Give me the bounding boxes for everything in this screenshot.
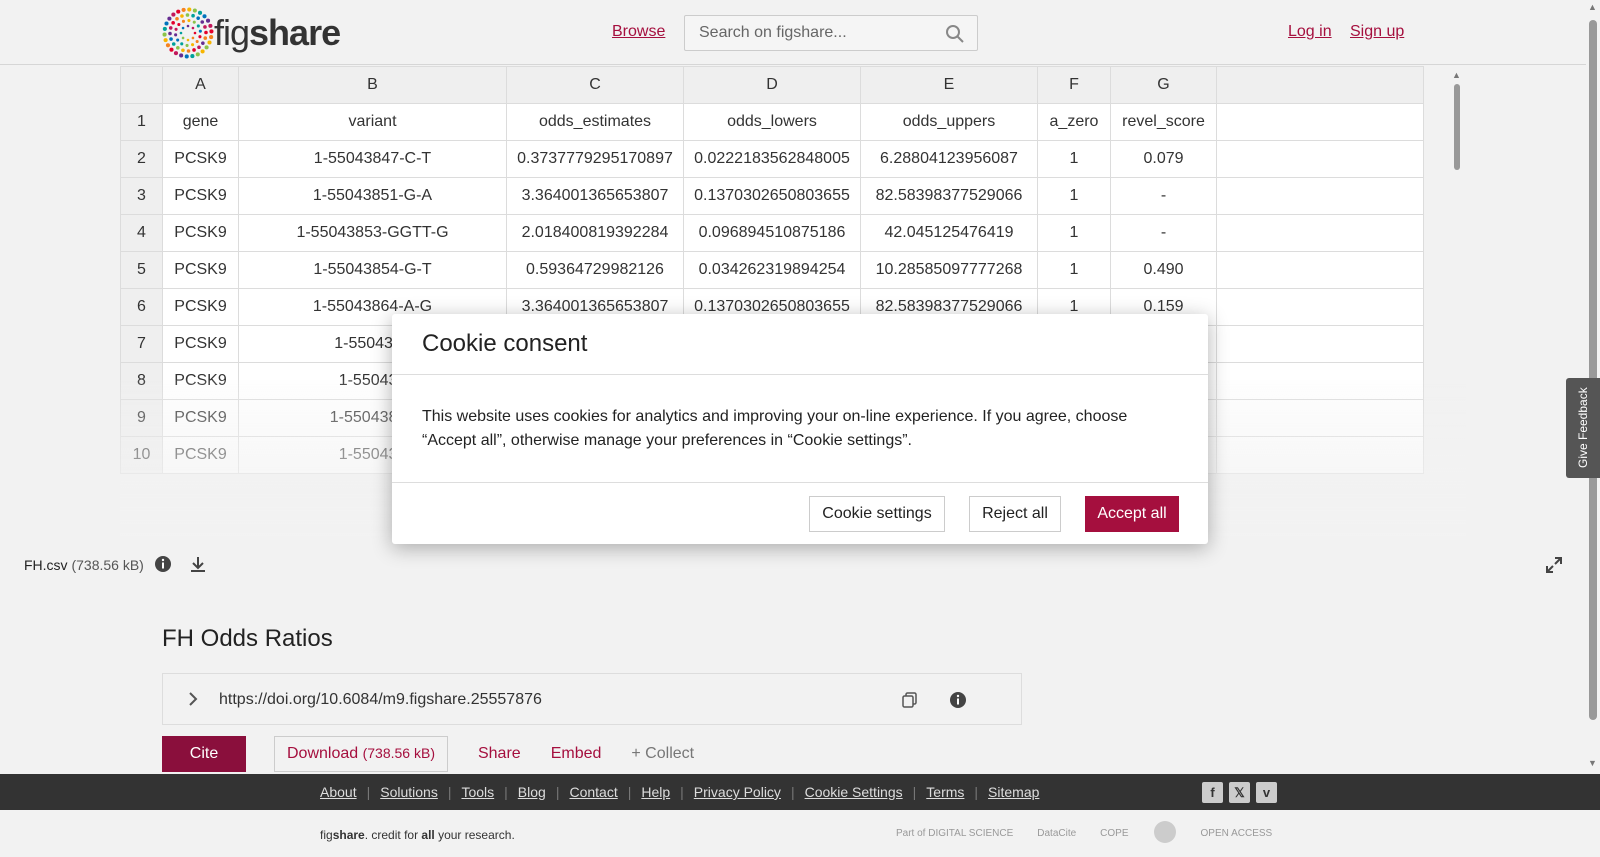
cookie-settings-button[interactable]: Cookie settings [809, 496, 945, 532]
cookie-dialog-text: This website uses cookies for analytics … [392, 375, 1208, 483]
reject-all-button[interactable]: Reject all [969, 496, 1061, 532]
cookie-dialog-actions: Cookie settings Reject all Accept all [392, 483, 1208, 543]
accept-all-button[interactable]: Accept all [1085, 496, 1179, 532]
cookie-dialog-title: Cookie consent [392, 314, 1208, 375]
cookie-consent-dialog: Cookie consent This website uses cookies… [392, 314, 1208, 544]
